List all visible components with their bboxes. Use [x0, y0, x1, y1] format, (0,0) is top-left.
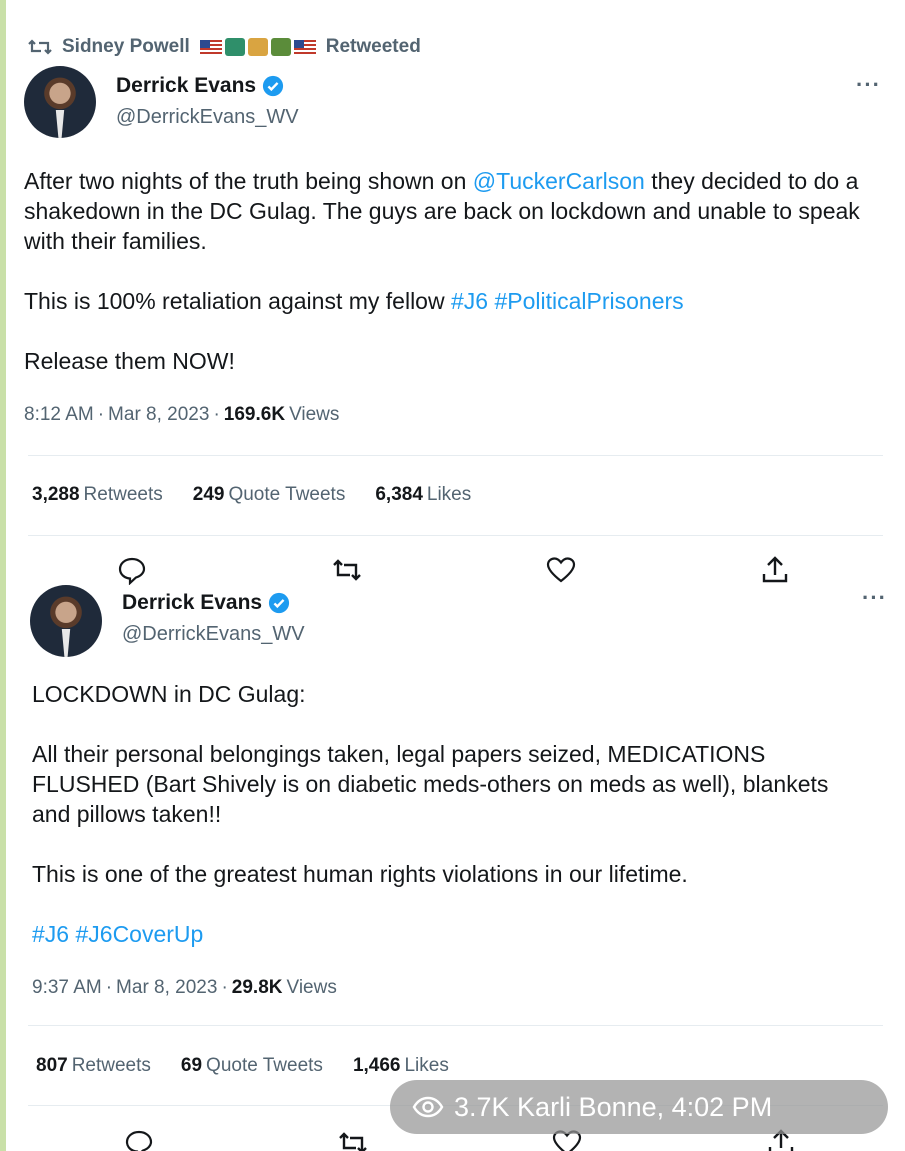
tweet-time[interactable]: 8:12 AM: [24, 404, 94, 426]
tractor-icon: [270, 38, 291, 56]
likes-count: 1,466: [352, 1055, 401, 1076]
tweet-date[interactable]: Mar 8, 2023: [108, 404, 209, 426]
tweet-date[interactable]: Mar 8, 2023: [116, 977, 217, 999]
tweet-text-part: This is 100% retaliation against my fell…: [24, 288, 451, 314]
more-icon[interactable]: ···: [862, 585, 887, 611]
meta-separator: ·: [221, 977, 228, 998]
statue-of-liberty-icon: [224, 38, 245, 56]
retweets-stat[interactable]: 3,288 Retweets: [32, 484, 163, 506]
views-label: Views: [286, 977, 337, 998]
avatar[interactable]: [24, 66, 96, 138]
author-name[interactable]: Derrick Evans: [116, 74, 256, 98]
retweets-count: 807: [36, 1055, 68, 1076]
quotes-count: 249: [192, 484, 225, 505]
reply-icon[interactable]: [124, 1128, 154, 1151]
retweeter-emoji-row: [199, 38, 316, 56]
divider: [28, 1025, 883, 1026]
tweet-1[interactable]: Sidney Powell Retweeted Derrick Evans @D…: [6, 0, 905, 540]
verified-badge-icon: [263, 75, 284, 97]
views-count: 29.8K: [231, 977, 283, 998]
verified-badge-icon: [269, 592, 290, 614]
likes-label: Likes: [426, 484, 472, 505]
tweet-text: Release them NOW!: [24, 348, 235, 374]
us-flag-icon: [199, 39, 222, 55]
avatar[interactable]: [30, 585, 102, 657]
retweets-label: Retweets: [71, 1055, 151, 1076]
tweet-text: All their personal belongings taken, leg…: [32, 741, 829, 827]
views-count: 169.6K: [223, 404, 286, 425]
tweet-time[interactable]: 9:37 AM: [32, 977, 102, 999]
author-name[interactable]: Derrick Evans: [122, 591, 262, 615]
hashtag-link[interactable]: #PoliticalPrisoners: [494, 288, 683, 314]
tweet-text: After two nights of the truth being show…: [24, 166, 884, 256]
tweet-meta: 8:12 AM · Mar 8, 2023 · 169.6K Views: [24, 404, 339, 426]
retweet-icon: [28, 39, 52, 55]
scales-icon: [247, 38, 268, 56]
tweet-hashtags: #J6 #J6CoverUp: [32, 919, 872, 949]
hashtag-link[interactable]: #J6CoverUp: [75, 921, 203, 947]
more-icon[interactable]: ···: [856, 72, 881, 98]
retweeter-name[interactable]: Sidney Powell: [62, 36, 190, 58]
views-toast: 3.7K Karli Bonne, 4:02 PM: [390, 1080, 888, 1134]
retweet-indicator: Sidney Powell Retweeted: [28, 36, 421, 58]
likes-stat[interactable]: 6,384 Likes: [375, 484, 471, 506]
eye-icon: [412, 1096, 444, 1118]
meta-separator: ·: [213, 404, 220, 425]
meta-separator: ·: [97, 404, 105, 425]
quotes-stat[interactable]: 249 Quote Tweets: [193, 484, 346, 506]
likes-count: 6,384: [375, 484, 423, 505]
tweet-meta: 9:37 AM · Mar 8, 2023 · 29.8K Views: [32, 977, 337, 999]
quotes-count: 69: [180, 1055, 203, 1076]
us-flag-icon: [293, 39, 316, 55]
toast-text: 3.7K Karli Bonne, 4:02 PM: [454, 1091, 773, 1122]
tweet-text: LOCKDOWN in DC Gulag:: [32, 681, 306, 707]
quotes-label: Quote Tweets: [228, 484, 346, 505]
retweets-label: Retweets: [83, 484, 163, 505]
retweet-icon[interactable]: [338, 1128, 368, 1151]
tweet-2[interactable]: Derrick Evans @DerrickEvans_WV ··· LOCKD…: [6, 555, 905, 1151]
author-handle[interactable]: @DerrickEvans_WV: [116, 106, 299, 129]
quotes-label: Quote Tweets: [206, 1055, 323, 1076]
retweets-count: 3,288: [32, 484, 80, 505]
author-handle[interactable]: @DerrickEvans_WV: [122, 623, 305, 646]
tweet-text: This is one of the greatest human rights…: [32, 861, 688, 887]
tweet-header: Derrick Evans @DerrickEvans_WV: [24, 66, 299, 138]
tweet-text-part: After two nights of the truth being show…: [24, 168, 473, 194]
views-label: Views: [289, 404, 340, 425]
divider: [28, 455, 883, 456]
likes-label: Likes: [404, 1055, 449, 1076]
tweet-stats: 3,288 Retweets 249 Quote Tweets 6,384 Likes: [32, 484, 471, 506]
retweeted-label: Retweeted: [325, 36, 421, 57]
hashtag-link[interactable]: #J6: [451, 288, 488, 314]
tweet-header: Derrick Evans @DerrickEvans_WV: [30, 585, 305, 657]
divider: [28, 535, 883, 536]
hashtag-link[interactable]: #J6: [32, 921, 69, 947]
tweet-stats: 807 Retweets 69 Quote Tweets 1,466 Likes: [36, 1055, 449, 1077]
likes-stat[interactable]: 1,466 Likes: [353, 1055, 449, 1077]
quotes-stat[interactable]: 69 Quote Tweets: [181, 1055, 323, 1077]
mention-link[interactable]: @TuckerCarlson: [473, 168, 645, 194]
retweets-stat[interactable]: 807 Retweets: [36, 1055, 151, 1077]
tweet-text: This is 100% retaliation against my fell…: [24, 286, 884, 316]
meta-separator: ·: [105, 977, 113, 998]
